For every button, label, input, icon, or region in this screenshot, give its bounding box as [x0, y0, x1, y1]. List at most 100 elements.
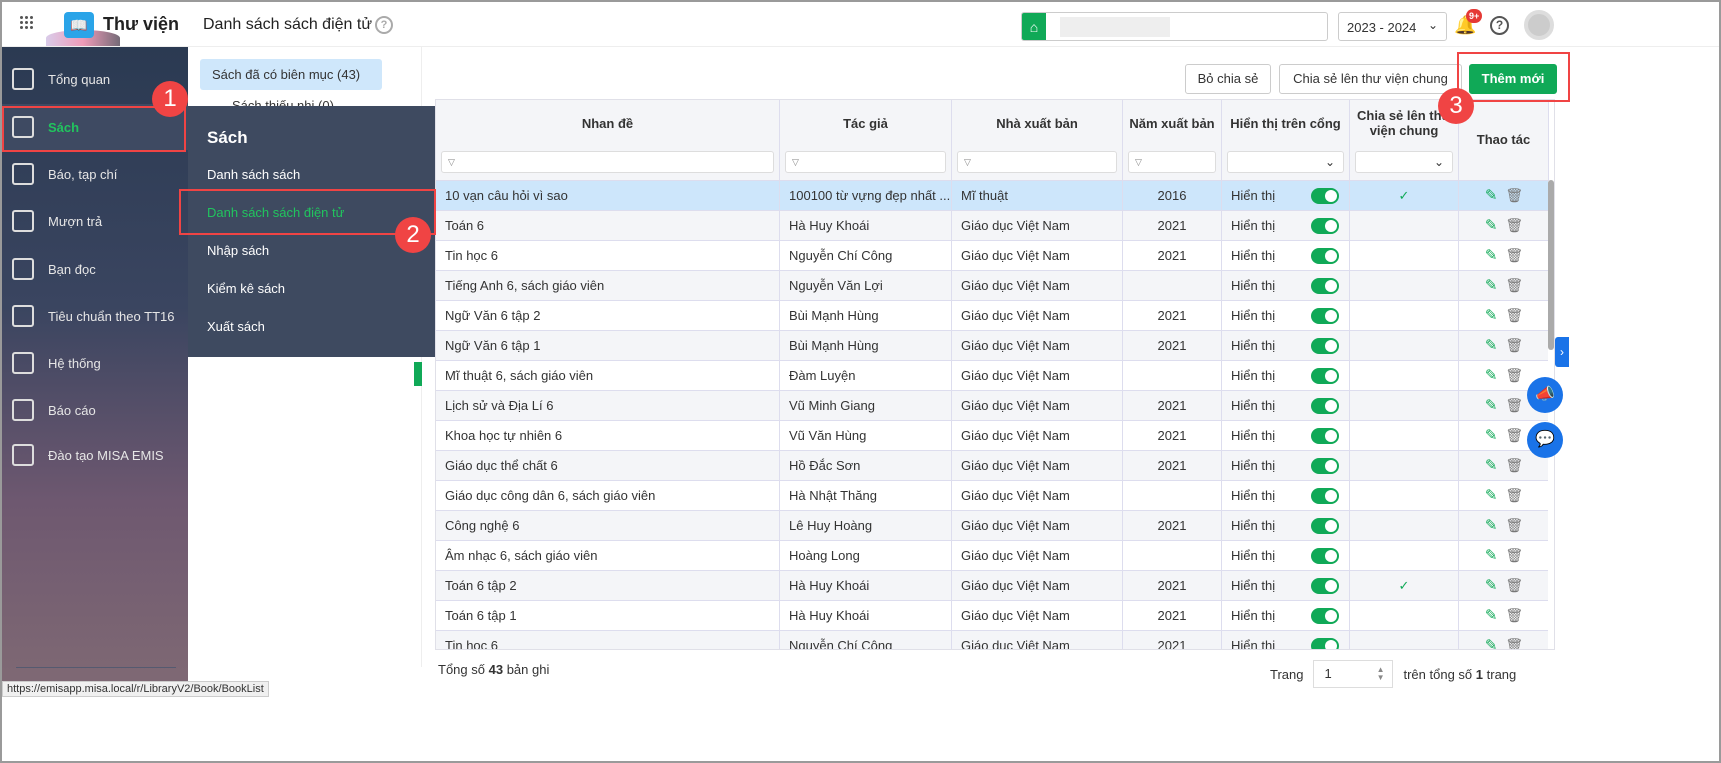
column-filter-input[interactable]: ▽ — [1128, 151, 1216, 173]
table-row[interactable]: Giáo dục thể chất 6 Hồ Đắc Sơn Giáo dục Vi… — [436, 450, 1548, 480]
column-filter-select[interactable]: ⌄ — [1227, 151, 1344, 173]
display-toggle[interactable] — [1311, 188, 1339, 204]
edit-pencil-icon[interactable]: ✎ — [1485, 517, 1498, 534]
display-toggle[interactable] — [1311, 218, 1339, 234]
app-grid-icon[interactable] — [20, 16, 34, 30]
edit-pencil-icon[interactable]: ✎ — [1485, 637, 1498, 649]
trash-icon[interactable]: 🗑 — [1505, 367, 1523, 383]
column-filter-select[interactable]: ⌄ — [1355, 151, 1453, 173]
chat-icon[interactable]: 💬 — [1527, 422, 1563, 458]
edit-pencil-icon[interactable]: ✎ — [1485, 217, 1498, 234]
page-help-icon[interactable]: ? — [375, 16, 393, 34]
table-row[interactable]: Toán 6 tập 2 Hà Huy Khoái Giáo dục Việt Na… — [436, 570, 1548, 600]
trash-icon[interactable]: 🗑 — [1505, 607, 1523, 623]
display-toggle[interactable] — [1311, 338, 1339, 354]
table-row[interactable]: Âm nhạc 6, sách giáo viên Hoàng Long Giáo … — [436, 540, 1548, 570]
display-toggle[interactable] — [1311, 308, 1339, 324]
table-row[interactable]: 10 vạn câu hỏi vì sao 100100 từ vựng đẹp … — [436, 180, 1548, 210]
table-row[interactable]: Tiếng Anh 6, sách giáo viên Nguyễn Văn Lợ… — [436, 270, 1548, 300]
edit-pencil-icon[interactable]: ✎ — [1485, 457, 1498, 474]
edit-pencil-icon[interactable]: ✎ — [1485, 187, 1498, 204]
sidebar-item-8[interactable]: Đào tạo MISA EMIS — [2, 432, 188, 478]
display-toggle[interactable] — [1311, 518, 1339, 534]
table-scrollbar[interactable] — [1548, 180, 1554, 350]
edit-pencil-icon[interactable]: ✎ — [1485, 247, 1498, 264]
trash-icon[interactable]: 🗑 — [1505, 487, 1523, 503]
flyout-item-book-list[interactable]: Danh sách sách — [207, 167, 300, 182]
trash-icon[interactable]: 🗑 — [1505, 187, 1523, 203]
edit-pencil-icon[interactable]: ✎ — [1485, 337, 1498, 354]
school-selector[interactable]: ⌂ — [1021, 12, 1328, 41]
category-cataloged[interactable]: Sách đã có biên mục (43) — [200, 59, 382, 90]
trash-icon[interactable]: 🗑 — [1505, 427, 1523, 443]
table-row[interactable]: Toán 6 Hà Huy Khoái Giáo dục Việt Nam 2021 H… — [436, 210, 1548, 240]
trash-icon[interactable]: 🗑 — [1505, 547, 1523, 563]
spinner-icon[interactable]: ▲ ▼ — [1377, 666, 1385, 682]
trash-icon[interactable]: 🗑 — [1505, 337, 1523, 353]
trash-icon[interactable]: 🗑 — [1505, 277, 1523, 293]
announcement-icon[interactable]: 📣 — [1527, 377, 1563, 413]
edit-pencil-icon[interactable]: ✎ — [1485, 607, 1498, 624]
trash-icon[interactable]: 🗑 — [1505, 397, 1523, 413]
share-button[interactable]: Chia sẻ lên thư viện chung — [1279, 64, 1462, 94]
table-row[interactable]: Toán 6 tập 1 Hà Huy Khoái Giáo dục Việt Na… — [436, 600, 1548, 630]
display-toggle[interactable] — [1311, 248, 1339, 264]
column-filter-input[interactable]: ▽ — [441, 151, 774, 173]
table-row[interactable]: Ngữ Văn 6 tập 1 Bùi Mạnh Hùng Giáo dục Việ… — [436, 330, 1548, 360]
sidebar-item-4[interactable]: Bạn đọc — [2, 246, 188, 292]
display-label: Hiển thị — [1231, 278, 1276, 293]
display-label: Hiển thị — [1231, 428, 1276, 443]
edit-pencil-icon[interactable]: ✎ — [1485, 307, 1498, 324]
column-filter-input[interactable]: ▽ — [957, 151, 1117, 173]
sidebar-item-5[interactable]: Tiêu chuẩn theo TT16 — [2, 293, 188, 339]
avatar[interactable] — [1524, 10, 1554, 40]
cell-shared — [1350, 361, 1459, 390]
edit-pencil-icon[interactable]: ✎ — [1485, 277, 1498, 294]
sidebar-item-3[interactable]: Mượn trả — [2, 198, 188, 244]
expand-right-icon[interactable]: › — [1555, 337, 1569, 367]
flyout-item-import[interactable]: Nhập sách — [207, 243, 269, 258]
display-toggle[interactable] — [1311, 458, 1339, 474]
help-icon[interactable]: ? — [1490, 16, 1509, 35]
table-row[interactable]: Giáo dục công dân 6, sách giáo viên Hà Nh… — [436, 480, 1548, 510]
display-toggle[interactable] — [1311, 608, 1339, 624]
column-filter-input[interactable]: ▽ — [785, 151, 946, 173]
table-row[interactable]: Lịch sử và Địa Lí 6 Vũ Minh Giang Giáo dục… — [436, 390, 1548, 420]
trash-icon[interactable]: 🗑 — [1505, 247, 1523, 263]
display-toggle[interactable] — [1311, 548, 1339, 564]
panel-collapse-handle[interactable] — [414, 362, 422, 386]
table-row[interactable]: Ngữ Văn 6 tập 2 Bùi Mạnh Hùng Giáo dục Việ… — [436, 300, 1548, 330]
trash-icon[interactable]: 🗑 — [1505, 637, 1523, 649]
display-toggle[interactable] — [1311, 278, 1339, 294]
display-toggle[interactable] — [1311, 398, 1339, 414]
trash-icon[interactable]: 🗑 — [1505, 217, 1523, 233]
school-year-select[interactable]: 2023 - 2024 ⌄ — [1338, 12, 1447, 41]
trash-icon[interactable]: 🗑 — [1505, 457, 1523, 473]
page-input[interactable]: 1 ▲ ▼ — [1313, 660, 1394, 688]
edit-pencil-icon[interactable]: ✎ — [1485, 397, 1498, 414]
sidebar-item-7[interactable]: Báo cáo — [2, 387, 188, 433]
display-toggle[interactable] — [1311, 488, 1339, 504]
display-toggle[interactable] — [1311, 638, 1339, 649]
edit-pencil-icon[interactable]: ✎ — [1485, 367, 1498, 384]
sidebar-item-6[interactable]: Hệ thống — [2, 340, 188, 386]
display-toggle[interactable] — [1311, 368, 1339, 384]
trash-icon[interactable]: 🗑 — [1505, 517, 1523, 533]
unshare-button[interactable]: Bỏ chia sẻ — [1185, 64, 1271, 94]
edit-pencil-icon[interactable]: ✎ — [1485, 487, 1498, 504]
edit-pencil-icon[interactable]: ✎ — [1485, 547, 1498, 564]
flyout-item-export[interactable]: Xuất sách — [207, 319, 265, 334]
display-toggle[interactable] — [1311, 578, 1339, 594]
flyout-item-inventory[interactable]: Kiểm kê sách — [207, 281, 285, 296]
table-row[interactable]: Tin học 6 Nguyễn Chí Công Giáo dục Việt Na… — [436, 630, 1548, 649]
table-row[interactable]: Khoa học tự nhiên 6 Vũ Văn Hùng Giáo dục V… — [436, 420, 1548, 450]
trash-icon[interactable]: 🗑 — [1505, 577, 1523, 593]
table-row[interactable]: Tin học 6 Nguyễn Chí Công Giáo dục Việt Na… — [436, 240, 1548, 270]
edit-pencil-icon[interactable]: ✎ — [1485, 577, 1498, 594]
table-row[interactable]: Mĩ thuật 6, sách giáo viên Đàm Luyện Giáo … — [436, 360, 1548, 390]
trash-icon[interactable]: 🗑 — [1505, 307, 1523, 323]
edit-pencil-icon[interactable]: ✎ — [1485, 427, 1498, 444]
sidebar-item-2[interactable]: Báo, tạp chí — [2, 151, 188, 197]
display-toggle[interactable] — [1311, 428, 1339, 444]
table-row[interactable]: Công nghệ 6 Lê Huy Hoàng Giáo dục Việt Nam… — [436, 510, 1548, 540]
